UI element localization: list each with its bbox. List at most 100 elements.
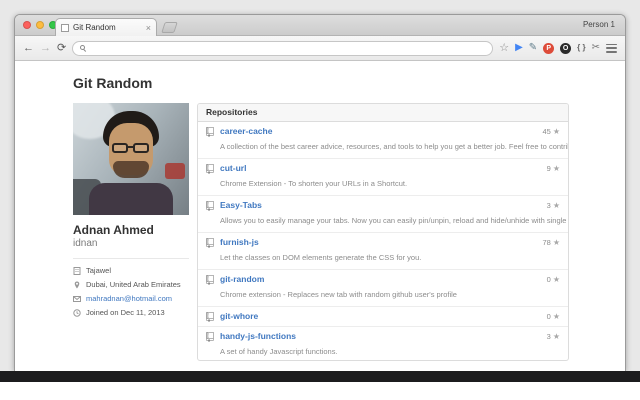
repo-name-link[interactable]: furnish-js (220, 237, 536, 247)
repo-name-link[interactable]: handy-js-functions (220, 331, 541, 341)
repo-icon (206, 312, 214, 322)
profile-email-row: mahradnan@hotmail.com (73, 294, 189, 303)
forward-button[interactable]: → (40, 43, 51, 54)
repo-info: handy-js-functions A set of handy Javasc… (220, 331, 541, 359)
profile-organization-row: Tajawel (73, 266, 189, 275)
star-icon: ★ (553, 165, 560, 173)
profile-email-link[interactable]: mahradnan@hotmail.com (86, 294, 172, 303)
repo-star-count: 45 ★ (542, 127, 560, 136)
repo-row: Easy-Tabs Allows you to easily manage yo… (198, 196, 568, 233)
location-icon (73, 281, 81, 289)
repo-name-link[interactable]: git-whore (220, 311, 541, 321)
window-close-button[interactable] (23, 21, 31, 29)
repo-icon (206, 332, 214, 342)
bookmark-star-icon[interactable]: ☆ (499, 43, 509, 54)
repo-name-link[interactable]: git-random (220, 274, 541, 284)
pencil-extension-icon[interactable]: ✎ (529, 43, 537, 53)
repo-name-link[interactable]: career-cache (220, 126, 536, 136)
profile-card: Adnan Ahmed idnan Tajawel Dubai, United … (73, 103, 189, 317)
repo-star-value: 3 (547, 332, 551, 341)
repo-row: git-random Chrome extension - Replaces n… (198, 270, 568, 307)
repo-info: git-random Chrome extension - Replaces n… (220, 274, 541, 302)
profile-photo (73, 103, 189, 215)
tab-favicon-icon (61, 24, 69, 32)
search-icon (80, 45, 87, 52)
browser-tab[interactable]: Git Random × (55, 18, 157, 36)
repo-star-count: 78 ★ (542, 238, 560, 247)
browser-tab-bar: Git Random × Person 1 (15, 15, 625, 36)
mail-icon (73, 295, 81, 303)
scissors-extension-icon[interactable]: ✂ (592, 43, 600, 53)
repo-row: handy-js-functions A set of handy Javasc… (198, 327, 568, 361)
repo-info: furnish-js Let the classes on DOM elemen… (220, 237, 536, 265)
repo-icon (206, 127, 214, 137)
address-bar[interactable] (72, 41, 493, 56)
star-icon: ★ (553, 239, 560, 247)
browser-profile-label[interactable]: Person 1 (583, 20, 615, 29)
menu-icon[interactable] (606, 44, 617, 53)
repo-icon (206, 238, 214, 248)
profile-joined-date: Joined on Dec 11, 2013 (86, 308, 165, 317)
repo-star-count: 0 ★ (547, 312, 560, 321)
profile-username: idnan (73, 238, 189, 249)
repo-star-value: 9 (547, 164, 551, 173)
repo-description: Allows you to easily manage your tabs. N… (220, 216, 569, 225)
clock-icon (73, 309, 81, 317)
profile-organization: Tajawel (86, 266, 111, 275)
repo-star-value: 78 (542, 238, 550, 247)
repositories-header: Repositories (198, 104, 568, 122)
page-content: Git Random Adnan Ahmed idnan Tajawel (15, 61, 625, 371)
repo-row: furnish-js Let the classes on DOM elemen… (198, 233, 568, 270)
repo-star-value: 45 (542, 127, 550, 136)
repo-info: cut-url Chrome Extension - To shorten yo… (220, 163, 541, 191)
repo-info: career-cache A collection of the best ca… (220, 126, 536, 154)
browser-window: Git Random × Person 1 ← → ⟳ ☆ ▶ ✎ P O { … (14, 14, 626, 371)
repo-info: Easy-Tabs Allows you to easily manage yo… (220, 200, 541, 228)
repo-row: career-cache A collection of the best ca… (198, 122, 568, 159)
star-icon: ★ (553, 276, 560, 284)
o-extension-icon[interactable]: O (560, 43, 571, 54)
window-controls (23, 21, 57, 29)
repo-description: A set of handy Javascript functions. (220, 347, 338, 356)
repo-star-value: 0 (547, 275, 551, 284)
repo-row: cut-url Chrome Extension - To shorten yo… (198, 159, 568, 196)
profile-joined-row: Joined on Dec 11, 2013 (73, 308, 189, 317)
browser-toolbar: ← → ⟳ ☆ ▶ ✎ P O { } ✂ (15, 36, 625, 61)
share-icon[interactable]: ▶ (515, 43, 523, 53)
repo-description: Chrome Extension - To shorten your URLs … (220, 179, 407, 188)
window-minimize-button[interactable] (36, 21, 44, 29)
repo-star-value: 3 (547, 201, 551, 210)
repo-description: Chrome extension - Replaces new tab with… (220, 290, 457, 299)
organization-icon (73, 267, 81, 275)
back-button[interactable]: ← (23, 43, 34, 54)
profile-name: Adnan Ahmed (73, 223, 189, 237)
page-title: Git Random (73, 75, 152, 91)
star-icon: ★ (553, 333, 560, 341)
repo-star-value: 0 (547, 312, 551, 321)
star-icon: ★ (553, 128, 560, 136)
tab-title: Git Random (73, 23, 142, 32)
repo-star-count: 3 ★ (547, 332, 560, 341)
new-tab-button[interactable] (161, 22, 178, 33)
repo-description: A collection of the best career advice, … (220, 142, 569, 151)
repo-name-link[interactable]: Easy-Tabs (220, 200, 541, 210)
repositories-panel: Repositories career-cache A collection o… (197, 103, 569, 361)
toolbar-extension-icons: ☆ ▶ ✎ P O { } ✂ (499, 43, 617, 54)
bottom-bar (0, 371, 640, 382)
repo-star-count: 3 ★ (547, 201, 560, 210)
repo-star-count: 0 ★ (547, 275, 560, 284)
repo-description: Let the classes on DOM elements generate… (220, 253, 421, 262)
star-icon: ★ (553, 202, 560, 210)
repo-star-count: 9 ★ (547, 164, 560, 173)
braces-extension-icon[interactable]: { } (577, 44, 585, 52)
repo-name-link[interactable]: cut-url (220, 163, 541, 173)
repo-icon (206, 164, 214, 174)
p-extension-icon[interactable]: P (543, 43, 554, 54)
repo-icon (206, 201, 214, 211)
reload-button[interactable]: ⟳ (57, 43, 66, 54)
profile-location-row: Dubai, United Arab Emirates (73, 280, 189, 289)
profile-details: Tajawel Dubai, United Arab Emirates mahr… (73, 258, 189, 317)
repo-list: career-cache A collection of the best ca… (198, 122, 568, 361)
tab-close-icon[interactable]: × (146, 24, 151, 32)
profile-location: Dubai, United Arab Emirates (86, 280, 181, 289)
